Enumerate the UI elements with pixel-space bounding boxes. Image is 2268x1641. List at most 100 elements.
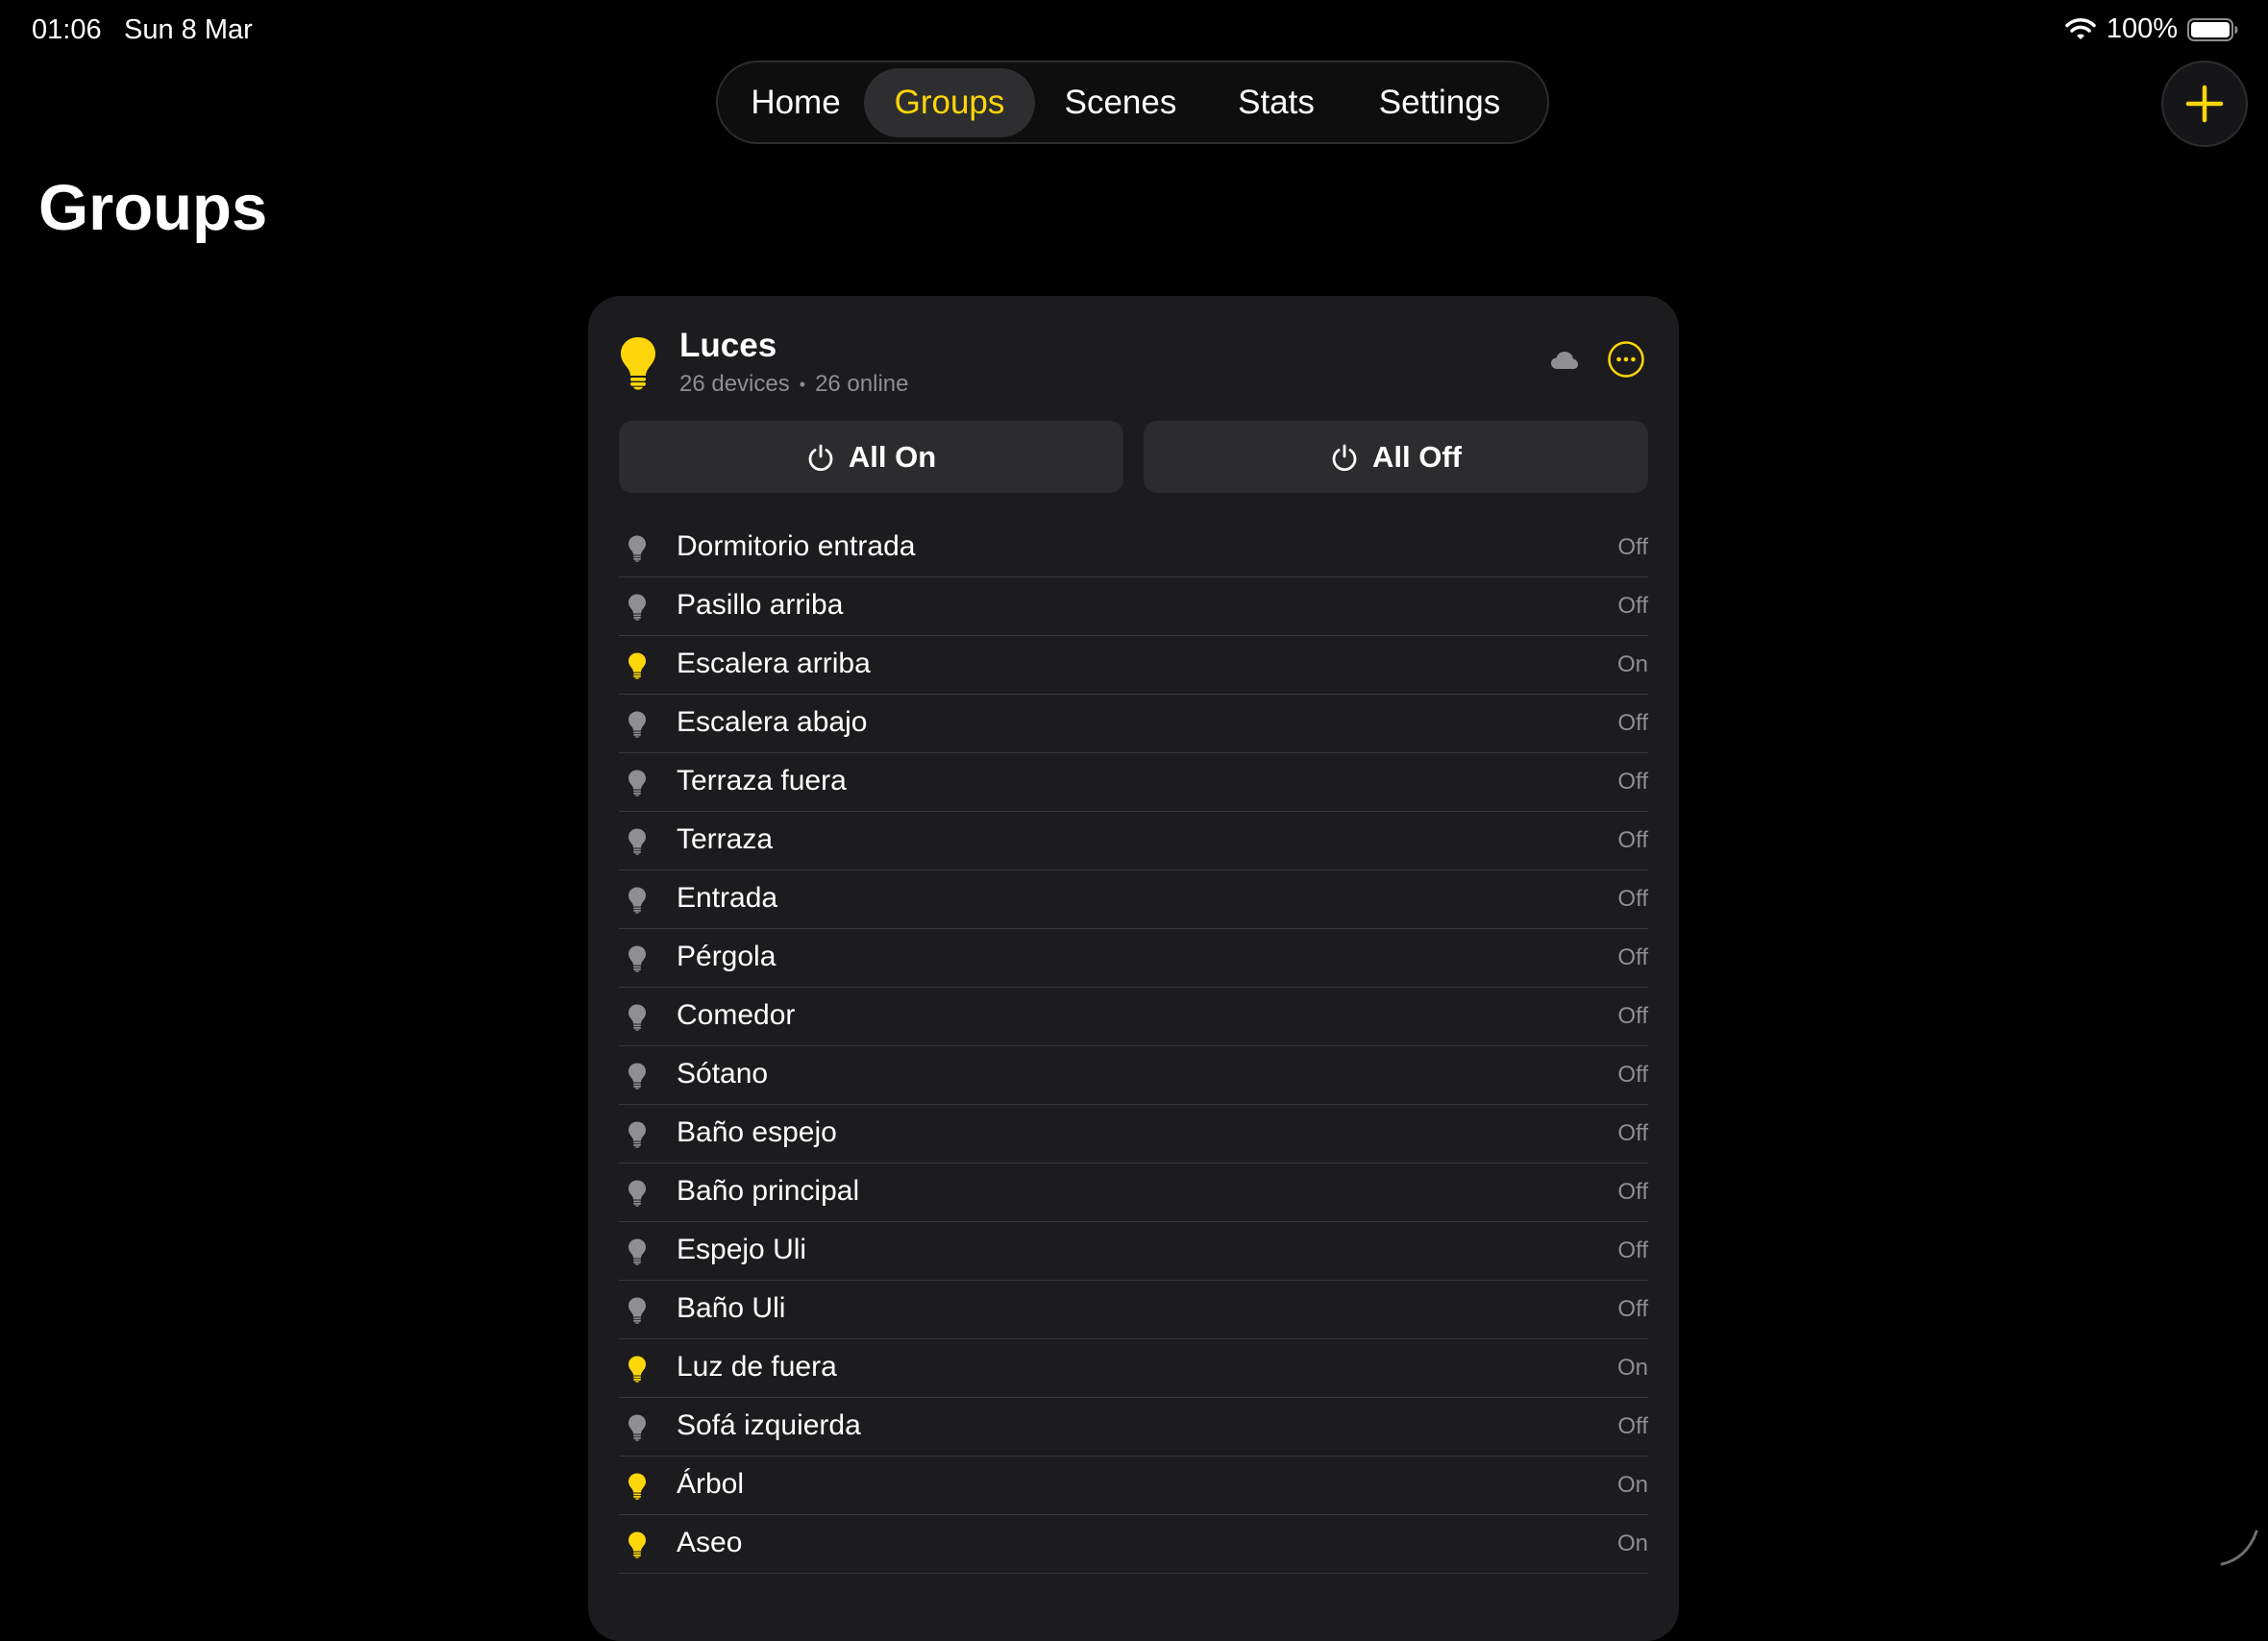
device-row[interactable]: Comedor Off: [619, 988, 1648, 1046]
cloud-icon: [1551, 352, 1578, 369]
all-on-button[interactable]: All On: [619, 421, 1123, 493]
device-name: Escalera abajo: [677, 706, 868, 738]
device-row[interactable]: Aseo On: [619, 1515, 1648, 1574]
lightbulb-icon: [629, 1473, 646, 1500]
status-bar: 01:06 Sun 8 Mar 100%: [0, 0, 2268, 61]
group-summary: 26 devices • 26 online: [679, 371, 908, 398]
device-state: Off: [1617, 1003, 1648, 1029]
device-name: Espejo Uli: [677, 1234, 807, 1265]
tab-groups[interactable]: Groups: [864, 67, 1035, 137]
device-row[interactable]: Dormitorio entrada Off: [619, 519, 1648, 577]
device-state: On: [1616, 1472, 1648, 1498]
device-row[interactable]: Espejo Uli Off: [619, 1222, 1648, 1281]
device-row[interactable]: Luz de fuera On: [619, 1339, 1648, 1398]
device-state: Off: [1617, 769, 1648, 795]
device-row[interactable]: Escalera abajo Off: [619, 695, 1648, 753]
device-name: Terraza: [677, 823, 774, 855]
scroll-indicator: [2220, 1530, 2258, 1566]
online-count: 26 online: [815, 371, 909, 397]
lightbulb-icon: [629, 652, 646, 679]
lightbulb-icon: [629, 887, 646, 914]
all-off-button[interactable]: All Off: [1144, 421, 1648, 493]
tab-bar: Home Groups Scenes Stats Settings: [716, 61, 1549, 144]
device-state: Off: [1617, 1413, 1648, 1439]
more-options-icon[interactable]: [1607, 340, 1645, 379]
lightbulb-icon: [629, 1063, 646, 1090]
all-off-label: All Off: [1372, 439, 1462, 474]
device-state: Off: [1617, 1179, 1648, 1205]
device-count: 26 devices: [679, 371, 790, 397]
lightbulb-icon: [621, 337, 655, 390]
tab-home[interactable]: Home: [727, 68, 864, 137]
device-row[interactable]: Baño espejo Off: [619, 1105, 1648, 1163]
lightbulb-icon: [629, 594, 646, 621]
device-row[interactable]: Entrada Off: [619, 870, 1648, 929]
lightbulb-icon: [629, 1414, 646, 1441]
device-row[interactable]: Baño principal Off: [619, 1163, 1648, 1222]
lightbulb-icon: [629, 1180, 646, 1207]
device-name: Baño espejo: [677, 1116, 837, 1148]
lightbulb-icon: [629, 1531, 646, 1558]
lightbulb-icon: [629, 1238, 646, 1265]
lightbulb-icon: [629, 711, 646, 738]
battery-percentage: 100%: [2106, 13, 2178, 44]
status-time: 01:06: [32, 14, 102, 45]
device-row[interactable]: Terraza fuera Off: [619, 753, 1648, 812]
lightbulb-icon: [629, 1004, 646, 1031]
tab-settings[interactable]: Settings: [1346, 68, 1533, 137]
device-state: Off: [1617, 944, 1648, 970]
device-row[interactable]: Sótano Off: [619, 1046, 1648, 1105]
device-state: Off: [1617, 1062, 1648, 1088]
device-state: Off: [1617, 886, 1648, 912]
power-icon: [1332, 444, 1357, 471]
lightbulb-icon: [629, 770, 646, 796]
lightbulb-icon: [629, 1121, 646, 1148]
page-title: Groups: [38, 172, 268, 244]
device-name: Sótano: [677, 1058, 769, 1090]
device-row[interactable]: Pasillo arriba Off: [619, 577, 1648, 636]
wifi-icon: [2065, 17, 2096, 39]
lightbulb-icon: [629, 1297, 646, 1324]
device-row[interactable]: Sofá izquierda Off: [619, 1398, 1648, 1457]
device-name: Baño Uli: [677, 1292, 786, 1324]
device-state: Off: [1617, 1120, 1648, 1146]
device-state: Off: [1617, 710, 1648, 736]
lightbulb-icon: [629, 945, 646, 972]
add-button[interactable]: [2161, 61, 2248, 147]
lightbulb-icon: [629, 828, 646, 855]
device-row[interactable]: Pérgola Off: [619, 929, 1648, 988]
device-name: Comedor: [677, 999, 796, 1031]
device-list: Dormitorio entrada Off Pasillo arriba Off Es…: [619, 519, 1648, 1574]
lightbulb-icon: [629, 1356, 646, 1383]
device-name: Dormitorio entrada: [677, 530, 916, 562]
status-indicators: 100%: [2064, 13, 2239, 45]
tab-scenes[interactable]: Scenes: [1035, 68, 1206, 137]
group-name: Luces: [679, 327, 777, 364]
device-row[interactable]: Escalera arriba On: [619, 636, 1648, 695]
device-state: On: [1616, 1531, 1648, 1556]
group-header: Luces 26 devices • 26 online: [588, 296, 1679, 421]
all-on-label: All On: [848, 439, 937, 474]
device-state: Off: [1617, 1296, 1648, 1322]
device-state: Off: [1617, 534, 1648, 560]
device-state: Off: [1617, 1237, 1648, 1263]
device-name: Pasillo arriba: [677, 589, 844, 621]
device-state: Off: [1617, 827, 1648, 853]
device-row[interactable]: Terraza Off: [619, 812, 1648, 870]
tab-stats[interactable]: Stats: [1206, 68, 1346, 137]
power-icon: [808, 444, 833, 471]
group-card: Luces 26 devices • 26 online All On All …: [588, 296, 1679, 1641]
device-name: Árbol: [677, 1468, 745, 1500]
device-name: Sofá izquierda: [677, 1409, 861, 1441]
device-row[interactable]: Árbol On: [619, 1457, 1648, 1515]
device-state: On: [1616, 1355, 1648, 1381]
device-row[interactable]: Baño Uli Off: [619, 1281, 1648, 1339]
device-name: Entrada: [677, 882, 778, 914]
device-name: Luz de fuera: [677, 1351, 837, 1383]
separator-dot: •: [799, 374, 806, 394]
device-name: Aseo: [677, 1527, 743, 1558]
battery-icon: [2187, 17, 2238, 41]
device-name: Baño principal: [677, 1175, 860, 1207]
device-name: Escalera arriba: [677, 648, 871, 679]
device-name: Terraza fuera: [677, 765, 847, 796]
